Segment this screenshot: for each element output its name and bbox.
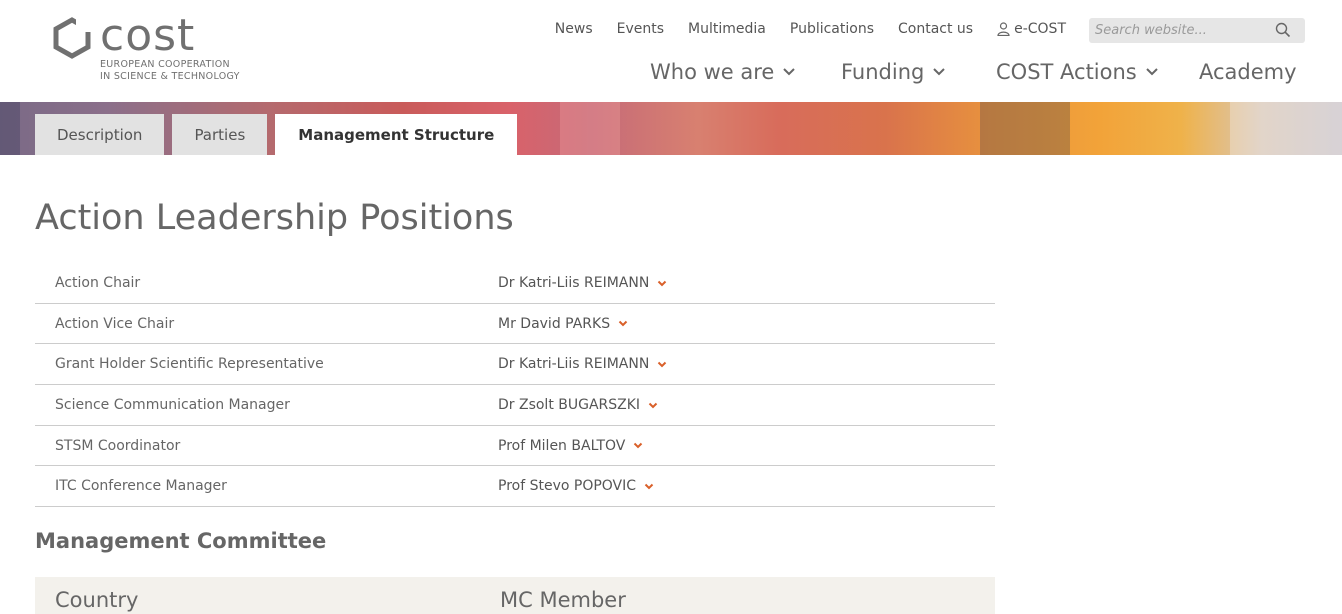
person-name: Dr Katri-Liis REIMANN [498,356,650,373]
tab-parties[interactable]: Parties [172,114,268,155]
search-box [1089,18,1305,43]
person-name: Prof Milen BALTOV [498,437,626,454]
position-row: Grant Holder Scientific Representative D… [35,344,995,386]
position-role: Action Chair [55,275,141,291]
cost-logo[interactable]: cost EUROPEAN COOPERATION IN SCIENCE & T… [50,10,240,86]
position-person[interactable]: Dr Katri-Liis REIMANN [498,356,667,372]
chevron-down-icon [657,361,667,368]
main-nav: Who we are Funding COST Actions Academy [650,60,1310,90]
topnav-publications[interactable]: Publications [790,21,874,37]
banner-decor [980,102,1070,155]
position-role: ITC Conference Manager [55,478,227,495]
person-name: Dr Zsolt BUGARSZKI [498,397,641,414]
tab-management-structure[interactable]: Management Structure [275,114,518,155]
person-name: Mr David PARKS [498,315,611,332]
column-header-country: Country [55,588,139,612]
mainnav-cost-actions[interactable]: COST Actions [996,60,1159,84]
logo-subtitle-line1: EUROPEAN COOPERATION [100,59,230,70]
chevron-down-icon [932,67,946,77]
logo-wordmark: cost [100,10,196,61]
mainnav-who-we-are[interactable]: Who we are [650,60,796,84]
mainnav-funding-label: Funding [841,60,925,84]
topnav-multimedia[interactable]: Multimedia [688,21,766,37]
mc-table-header: Country MC Member [35,577,995,614]
position-role: Action Vice Chair [55,315,175,332]
column-header-mc-member: MC Member [500,588,626,612]
topnav-ecost[interactable]: e-COST [997,21,1066,37]
mainnav-academy-label: Academy [1199,60,1297,84]
banner-decor [0,102,20,155]
position-role: Science Communication Manager [55,397,290,414]
site-header: cost EUROPEAN COOPERATION IN SCIENCE & T… [0,0,1342,102]
logo-subtitle-line2: IN SCIENCE & TECHNOLOGY [100,71,240,82]
logo-subtitle: EUROPEAN COOPERATION IN SCIENCE & TECHNO… [100,59,240,83]
position-person[interactable]: Dr Katri-Liis REIMANN [498,275,667,291]
mainnav-academy[interactable]: Academy [1199,60,1297,84]
mainnav-who-we-are-label: Who we are [650,60,775,84]
position-row: Action Vice Chair Mr David PARKS [35,304,995,345]
chevron-down-icon [633,442,643,449]
position-person[interactable]: Prof Milen BALTOV [498,438,643,454]
chevron-down-icon [782,67,796,77]
person-name: Dr Katri-Liis REIMANN [498,275,650,291]
topnav-contact-us[interactable]: Contact us [898,21,973,37]
chevron-down-icon [644,483,654,490]
action-tabs: Description Parties Management Structure [35,114,525,155]
position-row: Science Communication Manager Dr Zsolt B… [35,385,995,426]
chevron-down-icon [1145,67,1159,77]
leadership-positions-list: Action Chair Dr Katri-Liis REIMANN Actio… [35,263,995,508]
mainnav-funding[interactable]: Funding [841,60,946,84]
chevron-down-icon [618,320,628,327]
search-input[interactable] [1095,20,1265,41]
search-icon[interactable] [1275,22,1291,42]
banner-decor [560,102,620,155]
banner-decor [1230,102,1342,155]
topnav-events[interactable]: Events [617,21,664,37]
topnav-ecost-label: e-COST [1014,21,1066,37]
position-person[interactable]: Mr David PARKS [498,316,628,332]
hexagon-logo-icon [53,16,94,59]
management-committee-heading: Management Committee [35,529,327,553]
top-nav: News Events Multimedia Publications Cont… [531,21,1066,37]
mainnav-cost-actions-label: COST Actions [996,60,1137,84]
position-row: ITC Conference Manager Prof Stevo POPOVI… [35,466,995,508]
position-person[interactable]: Dr Zsolt BUGARSZKI [498,397,658,413]
person-name: Prof Stevo POPOVIC [498,478,637,495]
person-icon [997,22,1010,36]
position-role: Grant Holder Scientific Representative [55,356,324,373]
tab-description[interactable]: Description [35,114,165,155]
position-row: Action Chair Dr Katri-Liis REIMANN [35,263,995,304]
chevron-down-icon [657,280,667,287]
position-person[interactable]: Prof Stevo POPOVIC [498,478,654,494]
position-row: STSM Coordinator Prof Milen BALTOV [35,426,995,467]
position-role: STSM Coordinator [55,437,181,454]
page-title: Action Leadership Positions [35,198,514,238]
topnav-news[interactable]: News [555,21,593,37]
chevron-down-icon [648,402,658,409]
